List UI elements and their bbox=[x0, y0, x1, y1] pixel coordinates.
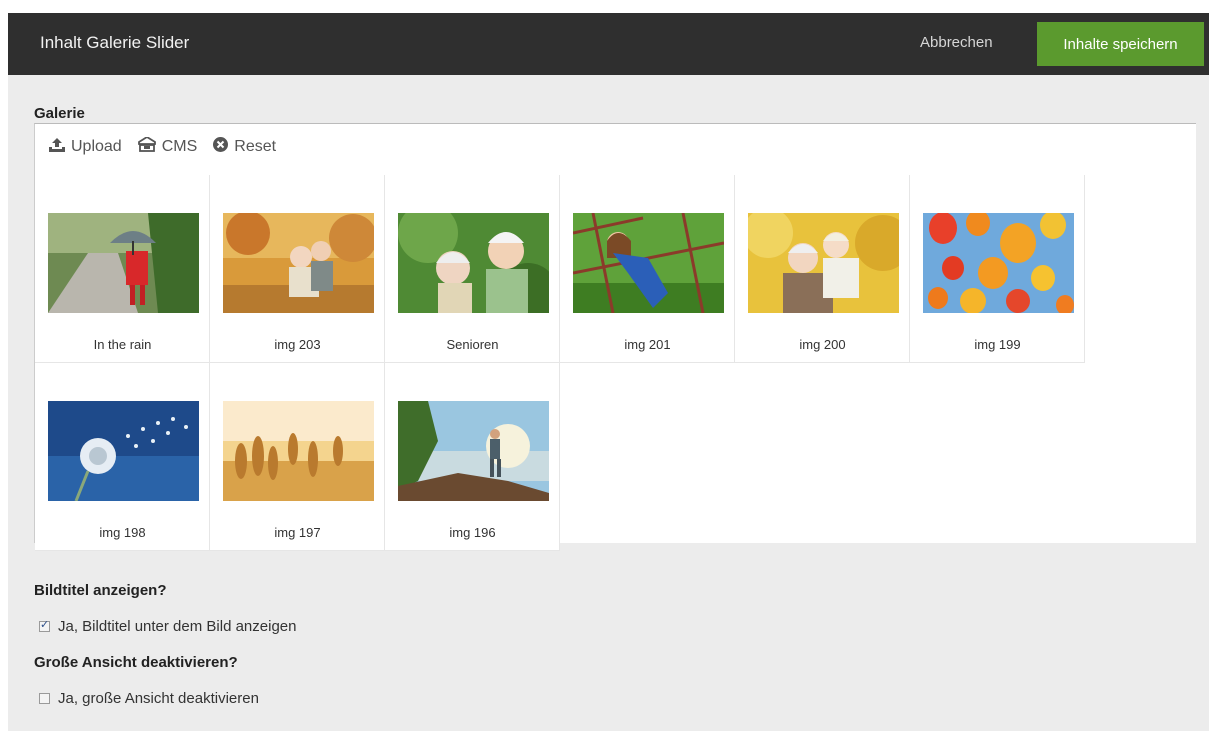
editor-panel: Inhalt Galerie Slider Abbrechen Inhalte … bbox=[8, 13, 1209, 731]
cancel-button[interactable]: Abbrechen bbox=[920, 34, 993, 51]
thumbnail-image bbox=[48, 401, 199, 501]
disable-large-checkbox[interactable] bbox=[39, 693, 50, 704]
cms-icon bbox=[137, 135, 162, 157]
thumbnail-image bbox=[398, 401, 549, 501]
cms-label: CMS bbox=[161, 138, 198, 155]
image-caption: img 199 bbox=[974, 337, 1021, 352]
image-caption: img 198 bbox=[99, 525, 146, 540]
image-caption: img 201 bbox=[624, 337, 671, 352]
image-caption: In the rain bbox=[93, 337, 152, 352]
show-titles-option[interactable]: Ja, Bildtitel unter dem Bild anzeigen bbox=[39, 618, 296, 635]
dialog-title: Inhalt Galerie Slider bbox=[40, 33, 190, 52]
image-caption: img 203 bbox=[274, 337, 321, 352]
gallery-item[interactable]: img 201 bbox=[560, 175, 735, 363]
save-contents-button[interactable]: Inhalte speichern bbox=[1037, 22, 1204, 66]
show-titles-label: Ja, Bildtitel unter dem Bild anzeigen bbox=[58, 618, 297, 635]
image-caption: img 197 bbox=[274, 525, 321, 540]
gallery-item[interactable]: In the rain bbox=[35, 175, 210, 363]
image-caption: Senioren bbox=[446, 337, 499, 352]
disable-large-option[interactable]: Ja, große Ansicht deaktivieren bbox=[39, 690, 259, 707]
show-titles-heading: Bildtitel anzeigen? bbox=[34, 582, 167, 599]
disable-large-heading: Große Ansicht deaktivieren? bbox=[34, 654, 238, 671]
reset-button[interactable]: Reset bbox=[213, 137, 276, 157]
gallery-item[interactable]: img 199 bbox=[910, 175, 1085, 363]
cms-button[interactable]: CMS bbox=[137, 135, 198, 157]
gallery-item[interactable]: img 200 bbox=[735, 175, 910, 363]
header-bar: Inhalt Galerie Slider Abbrechen Inhalte … bbox=[8, 13, 1209, 75]
upload-label: Upload bbox=[71, 138, 122, 155]
thumbnail-image bbox=[398, 213, 549, 313]
gallery-item[interactable]: img 198 bbox=[35, 363, 210, 551]
reset-label: Reset bbox=[234, 138, 277, 155]
gallery-item[interactable]: Senioren bbox=[385, 175, 560, 363]
show-titles-checkbox[interactable] bbox=[39, 618, 50, 632]
gallery-item[interactable]: img 196 bbox=[385, 363, 560, 551]
image-caption: img 200 bbox=[799, 337, 846, 352]
reset-icon bbox=[213, 137, 234, 157]
gallery-item[interactable]: img 203 bbox=[210, 175, 385, 363]
image-caption: img 196 bbox=[449, 525, 496, 540]
gallery-label: Galerie bbox=[34, 105, 85, 122]
upload-icon bbox=[49, 137, 71, 157]
thumbnail-image bbox=[573, 213, 724, 313]
gallery-item[interactable]: img 197 bbox=[210, 363, 385, 551]
thumbnail-image bbox=[223, 213, 374, 313]
gallery-toolbar: Upload CMS Reset bbox=[49, 135, 292, 158]
thumbnail-image bbox=[223, 401, 374, 501]
thumbnail-image bbox=[748, 213, 899, 313]
disable-large-label: Ja, große Ansicht deaktivieren bbox=[58, 690, 259, 707]
gallery-box: Upload CMS Reset In the rain img 203 Sen… bbox=[34, 123, 1196, 551]
upload-button[interactable]: Upload bbox=[49, 137, 122, 157]
thumbnail-image bbox=[48, 213, 199, 313]
thumbnail-image bbox=[923, 213, 1074, 313]
